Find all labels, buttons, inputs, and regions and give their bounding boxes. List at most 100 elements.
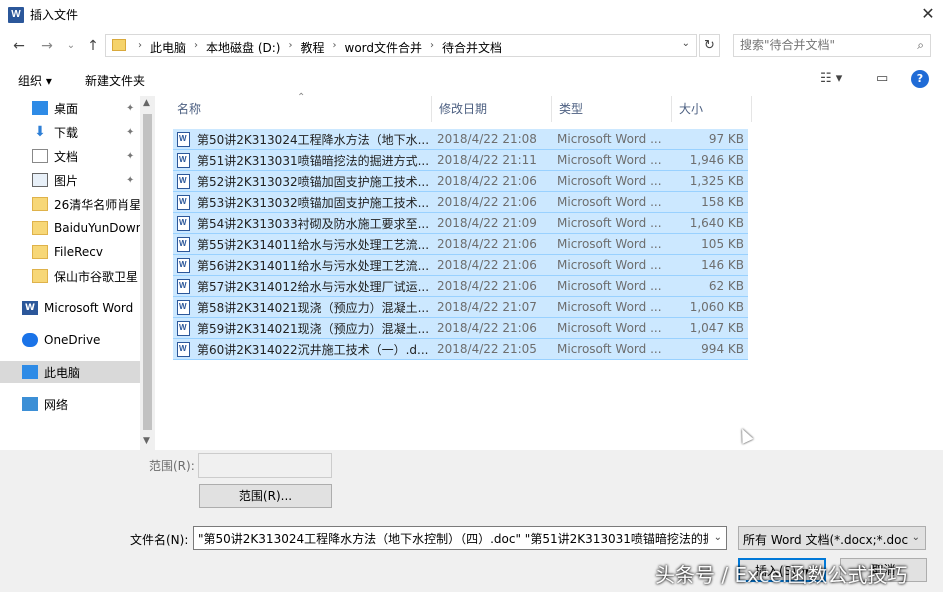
file-date: 2018/4/22 21:06 — [437, 195, 537, 209]
folder-icon — [32, 269, 48, 283]
search-box[interactable]: ⌕ — [733, 34, 931, 57]
file-name: 第60讲2K314022沉井施工技术（一）.d... — [197, 342, 429, 357]
file-row[interactable]: 第53讲2K313032喷锚加固支护施工技术... 2018/4/22 21:06… — [173, 192, 748, 213]
column-header-type[interactable]: 类型 — [552, 96, 672, 122]
word-document-icon — [177, 237, 190, 252]
file-name: 第51讲2K313031喷锚暗挖法的掘进方式... — [197, 153, 430, 168]
sidebar-item-label: BaiduYunDownl — [54, 221, 140, 235]
sidebar-item-network[interactable]: 网络 — [0, 393, 140, 415]
filename-combobox[interactable]: ⌄ — [193, 526, 727, 550]
pin-icon: ✦ — [126, 174, 135, 186]
sidebar-item-desktop[interactable]: 桌面 ✦ — [0, 97, 140, 119]
file-type: Microsoft Word ... — [557, 237, 662, 251]
file-row[interactable]: 第59讲2K314021现浇（预应力）混凝土... 2018/4/22 21:06… — [173, 318, 748, 339]
range-input — [198, 453, 332, 478]
sidebar-item-folder[interactable]: 26清华名师肖星 — [0, 193, 140, 215]
help-button[interactable]: ? — [911, 70, 929, 88]
word-document-icon — [177, 342, 190, 357]
download-icon: ⬇ — [34, 124, 46, 140]
file-date: 2018/4/22 21:05 — [437, 342, 537, 356]
file-row[interactable]: 第50讲2K313024工程降水方法（地下水... 2018/4/22 21:08… — [173, 129, 748, 150]
organize-button[interactable]: 组织 ▾ — [18, 72, 52, 89]
file-type: Microsoft Word ... — [557, 300, 662, 314]
file-row[interactable]: 第56讲2K314011给水与污水处理工艺流... 2018/4/22 21:06… — [173, 255, 748, 276]
file-size: 62 KB — [708, 279, 744, 293]
chevron-down-icon[interactable]: ⌄ — [714, 532, 722, 543]
sidebar-item-label: FileRecv — [54, 245, 103, 259]
change-view-button[interactable]: ☷ ▾ — [820, 71, 842, 86]
breadcrumb-item[interactable]: 本地磁盘 (D:) — [202, 39, 284, 56]
file-row[interactable]: 第52讲2K313032喷锚加固支护施工技术... 2018/4/22 21:06… — [173, 171, 748, 192]
file-row[interactable]: 第55讲2K314011给水与污水处理工艺流... 2018/4/22 21:06… — [173, 234, 748, 255]
file-row[interactable]: 第60讲2K314022沉井施工技术（一）.d... 2018/4/22 21:0… — [173, 339, 748, 360]
chevron-right-icon: › — [288, 40, 293, 51]
back-button[interactable]: ← — [8, 34, 30, 58]
pc-icon — [22, 365, 38, 379]
chevron-up-icon[interactable]: ▲ — [143, 98, 150, 108]
breadcrumb: › 此电脑 › 本地磁盘 (D:) › 教程 › word文件合并 › 待合并文… — [134, 39, 506, 56]
range-button[interactable]: 范围(R)... — [199, 484, 332, 508]
word-document-icon — [177, 216, 190, 231]
breadcrumb-item[interactable]: 待合并文档 — [438, 39, 506, 56]
document-icon — [32, 149, 48, 163]
sidebar-item-pictures[interactable]: 图片 ✦ — [0, 169, 140, 191]
close-button[interactable]: ✕ — [913, 0, 943, 30]
breadcrumb-item[interactable]: 此电脑 — [146, 39, 190, 56]
file-row[interactable]: 第54讲2K313033衬砌及防水施工要求至... 2018/4/22 21:09… — [173, 213, 748, 234]
file-size: 1,325 KB — [689, 174, 744, 188]
pin-icon: ✦ — [126, 126, 135, 138]
word-document-icon — [177, 321, 190, 336]
word-app-icon: W — [8, 7, 24, 23]
sidebar-item-label: 桌面 — [54, 101, 79, 116]
file-type: Microsoft Word ... — [557, 153, 662, 167]
forward-button[interactable]: → — [36, 34, 58, 58]
file-date: 2018/4/22 21:07 — [437, 300, 537, 314]
file-size: 1,946 KB — [689, 153, 744, 167]
file-type: Microsoft Word ... — [557, 174, 662, 188]
up-button[interactable]: ↑ — [82, 34, 104, 58]
sidebar-item-label: 26清华名师肖星 — [54, 197, 140, 212]
chevron-down-icon[interactable]: ▼ — [143, 436, 150, 446]
breadcrumb-item[interactable]: 教程 — [296, 39, 328, 56]
file-type-select[interactable]: 所有 Word 文档(*.docx;*.docm ⌄ — [738, 526, 926, 550]
sidebar-item-documents[interactable]: 文档 ✦ — [0, 145, 140, 167]
sidebar-item-folder[interactable]: 保山市谷歌卫星 — [0, 265, 140, 287]
file-type: Microsoft Word ... — [557, 279, 662, 293]
sidebar-item-onedrive[interactable]: OneDrive — [0, 329, 140, 351]
file-row[interactable]: 第58讲2K314021现浇（预应力）混凝土... 2018/4/22 21:07… — [173, 297, 748, 318]
address-bar[interactable]: › 此电脑 › 本地磁盘 (D:) › 教程 › word文件合并 › 待合并文… — [105, 34, 697, 57]
file-size: 97 KB — [708, 132, 744, 146]
sidebar-item-microsoft-word[interactable]: W Microsoft Word — [0, 297, 140, 319]
preview-pane-button[interactable]: ▭ — [876, 71, 888, 86]
word-icon: W — [22, 301, 38, 315]
chevron-right-icon: › — [194, 40, 199, 51]
file-row[interactable]: 第57讲2K314012给水与污水处理厂试运... 2018/4/22 21:06… — [173, 276, 748, 297]
sidebar-item-this-pc[interactable]: 此电脑 — [0, 361, 140, 383]
column-header-size[interactable]: 大小 — [672, 96, 752, 122]
breadcrumb-item[interactable]: word文件合并 — [341, 39, 427, 56]
file-name: 第52讲2K313032喷锚加固支护施工技术... — [197, 174, 430, 189]
column-header-modified[interactable]: 修改日期 — [432, 96, 552, 122]
refresh-button[interactable]: ↻ — [699, 34, 720, 57]
word-document-icon — [177, 258, 190, 273]
search-input[interactable] — [740, 38, 900, 52]
sidebar-item-label: 文档 — [54, 149, 79, 164]
file-row[interactable]: 第51讲2K313031喷锚暗挖法的掘进方式... 2018/4/22 21:11… — [173, 150, 748, 171]
recent-locations-button[interactable]: ⌄ — [60, 34, 82, 58]
sidebar-item-downloads[interactable]: ⬇ 下载 ✦ — [0, 121, 140, 143]
filename-input[interactable] — [198, 531, 708, 545]
scrollbar-thumb[interactable] — [143, 114, 152, 430]
word-document-icon — [177, 279, 190, 294]
file-name: 第57讲2K314012给水与污水处理厂试运... — [197, 279, 430, 294]
new-folder-button[interactable]: 新建文件夹 — [85, 72, 145, 89]
watermark: 头条号 / Excel函数公式技巧 — [655, 563, 908, 587]
sidebar-item-folder[interactable]: FileRecv — [0, 241, 140, 263]
sidebar-item-label: 网络 — [44, 397, 69, 412]
title-bar: W 插入文件 ✕ — [0, 0, 943, 30]
file-name: 第59讲2K314021现浇（预应力）混凝土... — [197, 321, 430, 336]
file-name: 第58讲2K314021现浇（预应力）混凝土... — [197, 300, 430, 315]
chevron-down-icon[interactable]: ⌄ — [682, 38, 690, 49]
column-header-name[interactable]: 名称 — [170, 96, 432, 122]
sidebar-scrollbar[interactable]: ▲ ▼ — [140, 96, 155, 450]
sidebar-item-folder[interactable]: BaiduYunDownl — [0, 217, 140, 239]
